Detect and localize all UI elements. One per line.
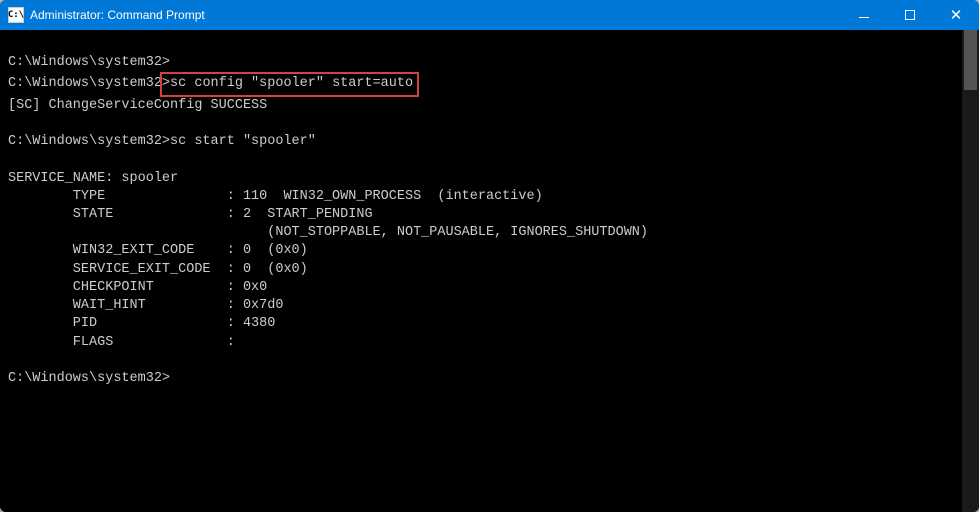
output-line: (NOT_STOPPABLE, NOT_PAUSABLE, IGNORES_SH… [8, 224, 971, 242]
maximize-button[interactable] [887, 0, 933, 30]
minimize-icon [859, 17, 869, 18]
close-icon: ✕ [950, 8, 963, 23]
vertical-scrollbar[interactable] [962, 30, 979, 512]
window-title: Administrator: Command Prompt [30, 8, 841, 22]
output-line [8, 352, 971, 370]
prompt-line: C:\Windows\system32> [8, 370, 971, 388]
close-button[interactable]: ✕ [933, 0, 979, 30]
output-line: CHECKPOINT : 0x0 [8, 279, 971, 297]
prompt-gt: > [162, 76, 170, 91]
command-prompt-window: C:\ Administrator: Command Prompt ✕ C:\W… [0, 0, 979, 512]
command-text: sc start "spooler" [170, 134, 316, 149]
output-line: STATE : 2 START_PENDING [8, 206, 971, 224]
cmd-app-icon: C:\ [8, 7, 24, 23]
output-line: WIN32_EXIT_CODE : 0 (0x0) [8, 242, 971, 260]
prompt-path: C:\Windows\system32 [8, 76, 162, 91]
output-line [8, 151, 971, 169]
output-line [8, 115, 971, 133]
output-line: FLAGS : [8, 334, 971, 352]
output-line [8, 36, 971, 54]
prompt-line: C:\Windows\system32>sc config "spooler" … [8, 72, 971, 96]
output-line: SERVICE_EXIT_CODE : 0 (0x0) [8, 261, 971, 279]
output-line: TYPE : 110 WIN32_OWN_PROCESS (interactiv… [8, 188, 971, 206]
window-controls: ✕ [841, 0, 979, 30]
minimize-button[interactable] [841, 0, 887, 30]
prompt-path: C:\Windows\system32> [8, 134, 170, 149]
highlighted-command: >sc config "spooler" start=auto [160, 72, 419, 96]
command-text: sc config "spooler" start=auto [170, 76, 413, 91]
output-line: SERVICE_NAME: spooler [8, 170, 971, 188]
output-line: [SC] ChangeServiceConfig SUCCESS [8, 97, 971, 115]
terminal-area[interactable]: C:\Windows\system32> C:\Windows\system32… [0, 30, 979, 512]
maximize-icon [905, 10, 915, 20]
prompt-path: C:\Windows\system32> [8, 371, 170, 386]
output-line: PID : 4380 [8, 315, 971, 333]
titlebar[interactable]: C:\ Administrator: Command Prompt ✕ [0, 0, 979, 30]
scrollbar-thumb[interactable] [964, 30, 977, 90]
prompt-path: C:\Windows\system32> [8, 55, 170, 70]
prompt-line: C:\Windows\system32>sc start "spooler" [8, 133, 971, 151]
output-line: WAIT_HINT : 0x7d0 [8, 297, 971, 315]
prompt-line: C:\Windows\system32> [8, 54, 971, 72]
